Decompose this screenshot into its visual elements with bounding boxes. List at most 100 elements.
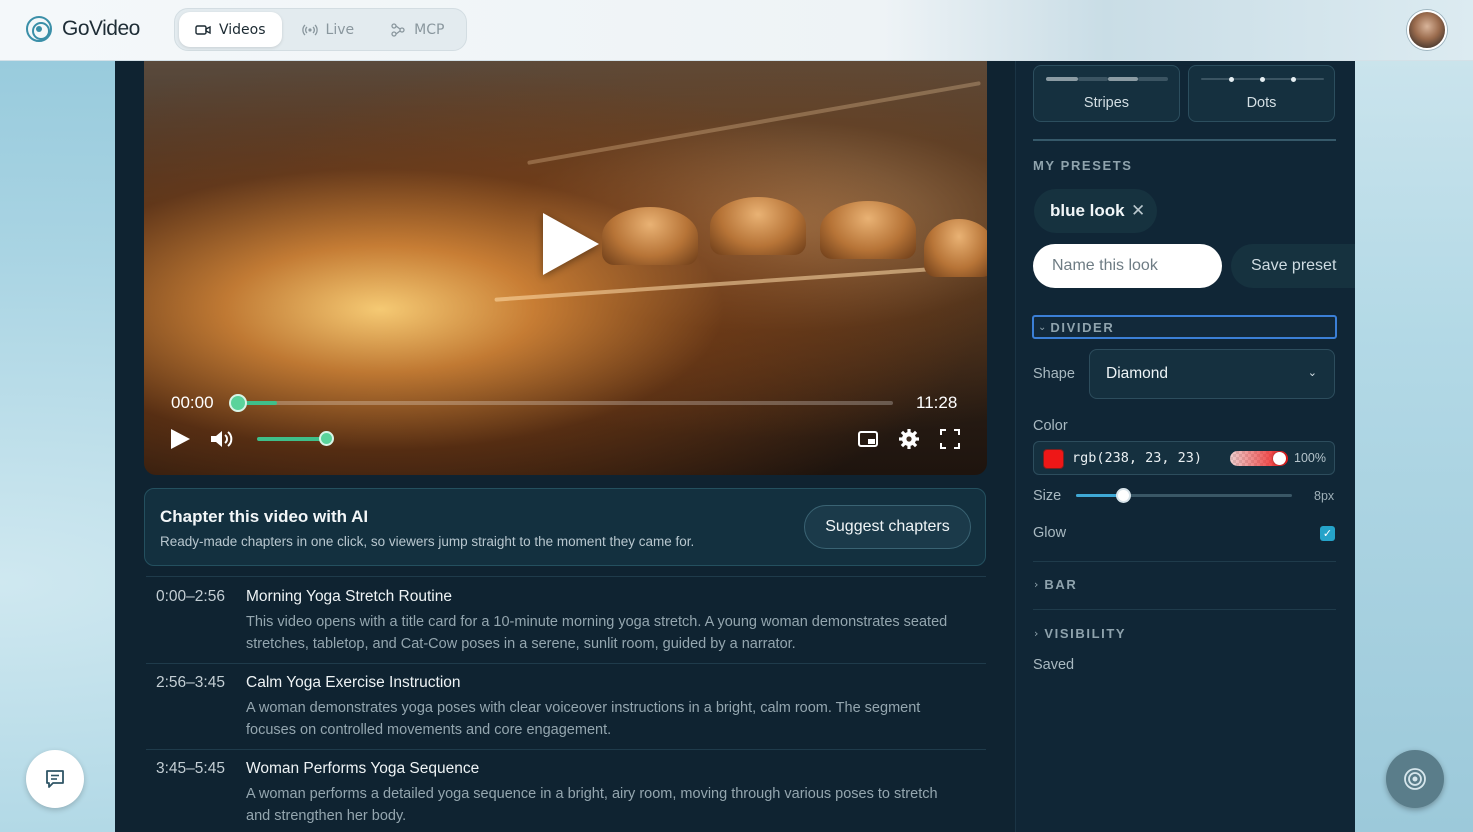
size-slider[interactable] [1076, 494, 1292, 497]
chapter-description: A woman performs a detailed yoga sequenc… [246, 786, 938, 802]
connector-icon [391, 22, 405, 37]
glow-label: Glow [1033, 525, 1067, 541]
video-frame-detail [710, 197, 806, 255]
dots-preview [1229, 77, 1234, 82]
tab-videos-label: Videos [219, 21, 266, 38]
chapter-description: and strengthen her body. [246, 808, 407, 824]
pattern-dots-option[interactable]: Dots [1188, 65, 1335, 122]
size-handle[interactable] [1116, 488, 1131, 503]
pattern-label: Stripes [1083, 95, 1130, 111]
dots-preview [1291, 77, 1296, 82]
chevron-right-icon: › [1034, 627, 1039, 640]
preset-name-input[interactable] [1033, 244, 1222, 288]
tab-mcp-label: MCP [414, 21, 445, 38]
ai-chapter-card: Chapter this video with AI Ready-made ch… [144, 488, 986, 566]
video-frame-detail [527, 81, 981, 165]
bar-section-label: BAR [1044, 577, 1078, 592]
chapter-time: 2:56–3:45 [156, 674, 225, 691]
chevron-right-icon: › [1034, 578, 1039, 591]
tab-mcp[interactable]: MCP [374, 12, 460, 47]
chat-icon [46, 770, 64, 788]
size-value: 8px [1314, 489, 1335, 503]
tab-live-label: Live [325, 21, 355, 38]
top-navigation-bar: GoVideo Videos Live MCP [0, 0, 1473, 61]
stripes-preview [1108, 77, 1138, 81]
seek-handle[interactable] [229, 394, 247, 412]
stripes-preview [1078, 77, 1108, 81]
color-picker-field[interactable]: rgb(238, 23, 23) 100% [1033, 441, 1335, 475]
divider-section-label: DIVIDER [1050, 319, 1115, 335]
chapter-item[interactable]: 0:00–2:56 Morning Yoga Stretch Routine T… [146, 576, 986, 663]
chapter-list: 0:00–2:56 Morning Yoga Stretch Routine T… [146, 576, 986, 832]
chapter-description: focuses on controlled movements and core… [246, 722, 612, 738]
play-icon[interactable] [171, 429, 190, 449]
video-frame-detail [602, 207, 698, 265]
section-divider [1033, 561, 1336, 562]
assistant-logo-icon [1404, 768, 1426, 790]
chapter-title: Calm Yoga Exercise Instruction [246, 674, 461, 691]
chapter-time: 0:00–2:56 [156, 588, 225, 605]
chapter-title: Morning Yoga Stretch Routine [246, 588, 452, 605]
play-overlay-icon[interactable] [543, 213, 599, 275]
chapter-description: This video opens with a title card for a… [246, 614, 948, 630]
picture-in-picture-icon[interactable] [857, 428, 879, 450]
video-frame-detail [820, 201, 916, 259]
chapter-time: 3:45–5:45 [156, 760, 225, 777]
volume-slider[interactable] [257, 437, 327, 441]
tab-live[interactable]: Live [286, 12, 371, 47]
remove-preset-icon[interactable]: ✕ [1131, 201, 1145, 221]
chapter-description: A woman demonstrates yoga poses with cle… [246, 700, 921, 716]
dots-preview [1260, 77, 1265, 82]
pattern-stripes-option[interactable]: Stripes [1033, 65, 1180, 122]
chapter-item[interactable]: 3:45–5:45 Woman Performs Yoga Sequence A… [146, 749, 986, 832]
brand-logo[interactable]: GoVideo [26, 16, 140, 42]
chapter-item[interactable]: 2:56–3:45 Calm Yoga Exercise Instruction… [146, 663, 986, 749]
feedback-button[interactable] [26, 750, 84, 808]
page-background-right [1355, 0, 1473, 832]
current-time: 00:00 [171, 393, 214, 412]
shape-label: Shape [1033, 366, 1075, 382]
divider-section-toggle[interactable]: ⌄ DIVIDER [1032, 315, 1337, 339]
color-label: Color [1033, 418, 1068, 434]
volume-handle[interactable] [319, 431, 334, 446]
alpha-value: 100% [1294, 451, 1326, 465]
preset-chip[interactable]: blue look ✕ [1034, 189, 1157, 233]
alpha-handle[interactable] [1273, 452, 1286, 465]
ai-chapter-subtitle: Ready-made chapters in one click, so vie… [160, 534, 695, 549]
color-value[interactable]: rgb(238, 23, 23) [1072, 450, 1202, 466]
video-frame-detail [924, 219, 987, 277]
size-label: Size [1033, 488, 1062, 504]
logo-icon [26, 16, 52, 42]
main-nav-tabs: Videos Live MCP [174, 8, 467, 51]
volume-icon[interactable] [209, 428, 235, 450]
shape-select-value: Diamond [1106, 365, 1169, 382]
chapter-title: Woman Performs Yoga Sequence [246, 760, 480, 777]
section-divider [1033, 609, 1336, 610]
video-camera-icon [195, 24, 211, 35]
duration: 11:28 [916, 393, 958, 412]
fullscreen-icon[interactable] [939, 428, 961, 450]
settings-gear-icon[interactable] [898, 428, 920, 450]
suggest-chapters-button[interactable]: Suggest chapters [804, 505, 971, 549]
section-divider [1033, 139, 1336, 141]
save-status: Saved [1033, 657, 1075, 673]
ai-chapter-title: Chapter this video with AI [160, 507, 369, 526]
shape-select[interactable]: Diamond ⌄ [1089, 349, 1335, 399]
bar-section-toggle[interactable]: › BAR [1034, 577, 1077, 592]
seek-bar[interactable] [238, 401, 893, 405]
my-presets-heading: MY PRESETS [1033, 158, 1133, 173]
chevron-down-icon: ⌄ [1307, 367, 1317, 379]
visibility-section-label: VISIBILITY [1044, 626, 1127, 641]
stripes-preview [1138, 77, 1168, 81]
assistant-button[interactable] [1386, 750, 1444, 808]
preset-chip-label: blue look [1050, 201, 1125, 220]
brand-name: GoVideo [62, 17, 140, 40]
save-preset-button[interactable]: Save preset [1231, 244, 1355, 288]
visibility-section-toggle[interactable]: › VISIBILITY [1034, 626, 1126, 641]
checkmark-icon: ✓ [1322, 527, 1333, 540]
pattern-label: Dots [1246, 95, 1277, 111]
user-avatar[interactable] [1407, 10, 1447, 50]
glow-checkbox[interactable]: ✓ [1320, 526, 1335, 541]
tab-videos[interactable]: Videos [179, 12, 282, 47]
color-swatch[interactable] [1043, 449, 1064, 469]
